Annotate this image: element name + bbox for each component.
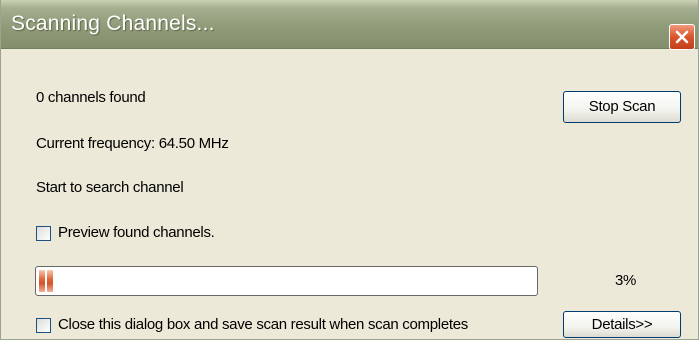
close-button[interactable] <box>669 24 695 50</box>
preview-checkbox[interactable] <box>36 226 51 241</box>
details-button[interactable]: Details>> <box>563 311 681 338</box>
channels-found-text: 0 channels found <box>36 89 146 106</box>
close-icon <box>675 30 689 44</box>
stop-scan-button[interactable]: Stop Scan <box>563 91 681 123</box>
progress-block <box>47 270 53 292</box>
progress-fill <box>39 270 53 292</box>
scan-dialog: Scanning Channels... 0 channels found Cu… <box>0 0 699 340</box>
dialog-title: Scanning Channels... <box>11 12 215 35</box>
current-frequency-text: Current frequency: 64.50 MHz <box>36 135 229 152</box>
status-message: Start to search channel <box>36 179 184 196</box>
close-on-complete-label[interactable]: Close this dialog box and save scan resu… <box>58 316 468 333</box>
close-on-complete-checkbox[interactable] <box>36 318 51 333</box>
progress-percent: 3% <box>615 272 637 289</box>
scan-progress-bar <box>35 266 538 296</box>
title-bar[interactable]: Scanning Channels... <box>1 0 698 49</box>
progress-block <box>39 270 45 292</box>
preview-checkbox-label[interactable]: Preview found channels. <box>58 224 215 241</box>
